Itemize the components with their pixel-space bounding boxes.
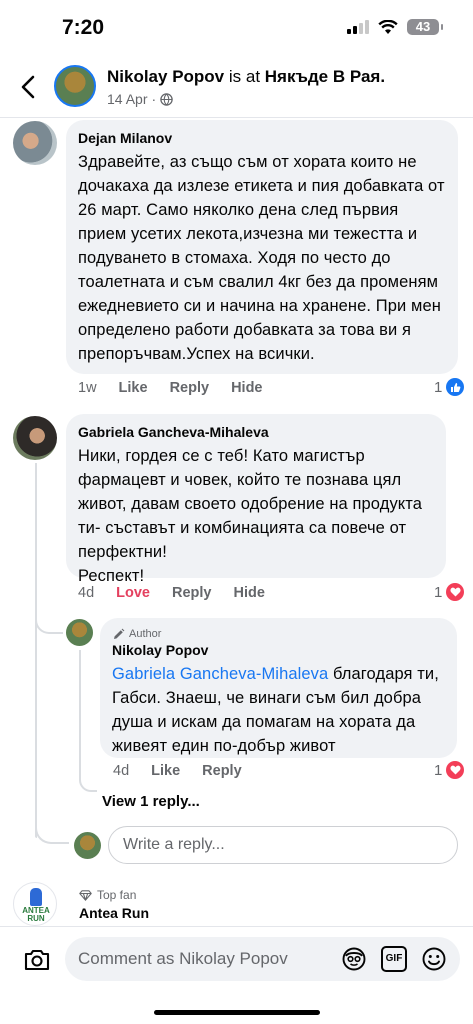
wifi-icon <box>378 19 398 34</box>
camera-icon[interactable] <box>22 945 52 975</box>
comment-bubble[interactable]: Gabriela Gancheva-Mihaleva Ники, гордея … <box>66 414 446 585</box>
reply-actions: 4d Like Reply <box>113 763 264 779</box>
reaction-count: 1 <box>434 378 443 396</box>
avatar-logo-text: ANTEA RUN <box>22 906 50 923</box>
like-button[interactable]: Like <box>151 763 180 779</box>
thread-line <box>35 598 63 634</box>
thread-line <box>35 463 37 838</box>
author-badge-label: Author <box>129 628 162 640</box>
reply-input[interactable]: Write a reply... <box>108 826 458 864</box>
heart-icon <box>446 761 465 779</box>
comment-time[interactable]: 1w <box>78 380 97 396</box>
author-badge: Author <box>112 627 445 641</box>
comment-time[interactable]: 4d <box>78 585 94 601</box>
comment-placeholder: Comment as Nikolay Popov <box>78 949 288 968</box>
thread-line <box>35 808 69 844</box>
cellular-signal-icon <box>347 20 369 34</box>
reply-button[interactable]: Reply <box>172 585 212 601</box>
heart-icon <box>446 583 465 601</box>
mention-link[interactable]: Gabriela Gancheva-Mihaleva <box>112 665 328 683</box>
top-fan-label: Top fan <box>97 888 137 902</box>
comment-author[interactable]: Dejan Milanov <box>78 129 446 147</box>
globe-icon <box>160 92 173 106</box>
reaction-summary[interactable]: 1 <box>434 378 465 396</box>
reaction-summary[interactable]: 1 <box>434 583 465 601</box>
comment-input[interactable]: Comment as Nikolay Popov GIF <box>65 937 460 981</box>
avatar[interactable] <box>66 619 93 646</box>
reaction-count: 1 <box>434 583 443 601</box>
avatar[interactable] <box>13 416 57 460</box>
post-author[interactable]: Nikolay Popov <box>107 67 224 86</box>
comment-author[interactable]: Antea Run <box>79 905 149 921</box>
reply-author[interactable]: Nikolay Popov <box>112 641 445 659</box>
avatar-sticker-icon[interactable] <box>341 946 367 972</box>
avatar <box>74 832 101 859</box>
gif-icon[interactable]: GIF <box>381 946 407 972</box>
home-indicator <box>154 1010 320 1015</box>
status-bar: 7:20 43 <box>0 0 473 56</box>
comment-composer: Comment as Nikolay Popov GIF <box>0 926 473 1024</box>
comment-actions: 4d Love Reply Hide <box>78 585 287 601</box>
reply-button[interactable]: Reply <box>170 380 210 396</box>
comment-actions: 1w Like Reply Hide <box>78 380 284 396</box>
hide-button[interactable]: Hide <box>231 380 262 396</box>
avatar[interactable] <box>54 65 96 107</box>
post-meta: 14 Apr · <box>107 91 173 107</box>
battery-icon: 43 <box>407 19 443 35</box>
post-header: Nikolay Popov is at Някъде В Рая. 14 Apr… <box>0 56 473 118</box>
post-date[interactable]: 14 Apr <box>107 91 147 107</box>
emoji-icon[interactable] <box>421 946 447 972</box>
love-button[interactable]: Love <box>116 585 150 601</box>
diamond-icon <box>79 889 92 901</box>
avatar[interactable] <box>13 121 57 165</box>
comment-text: Здравейте, аз също съм от хората които н… <box>78 153 445 363</box>
status-time: 7:20 <box>62 16 105 39</box>
comment-text: Ники, гордея се с теб! Като магистър фар… <box>78 447 423 585</box>
view-replies-link[interactable]: View 1 reply... <box>102 793 200 810</box>
avatar[interactable]: ANTEA RUN <box>13 882 57 926</box>
reply-time[interactable]: 4d <box>113 763 129 779</box>
runner-figure <box>30 888 42 906</box>
comment-author[interactable]: Gabriela Gancheva-Mihaleva <box>78 423 434 441</box>
post-location[interactable]: Някъде В Рая. <box>265 67 385 86</box>
post-connector: is at <box>224 67 265 86</box>
status-icons: 43 <box>347 19 443 35</box>
like-icon <box>446 378 465 396</box>
pencil-icon <box>114 628 125 639</box>
like-button[interactable]: Like <box>119 380 148 396</box>
top-fan-badge: Top fan <box>79 888 136 902</box>
reaction-count: 1 <box>434 761 443 779</box>
reply-button[interactable]: Reply <box>202 763 242 779</box>
reaction-summary[interactable]: 1 <box>434 761 465 779</box>
thread-line <box>79 650 97 792</box>
post-title[interactable]: Nikolay Popov is at Някъде В Рая. <box>107 67 385 87</box>
comment-bubble[interactable]: Dejan Milanov Здравейте, аз също съм от … <box>66 120 458 374</box>
reply-bubble[interactable]: Author Nikolay Popov Gabriela Gancheva-M… <box>100 618 457 758</box>
back-arrow-icon[interactable] <box>14 72 44 102</box>
hide-button[interactable]: Hide <box>233 585 264 601</box>
